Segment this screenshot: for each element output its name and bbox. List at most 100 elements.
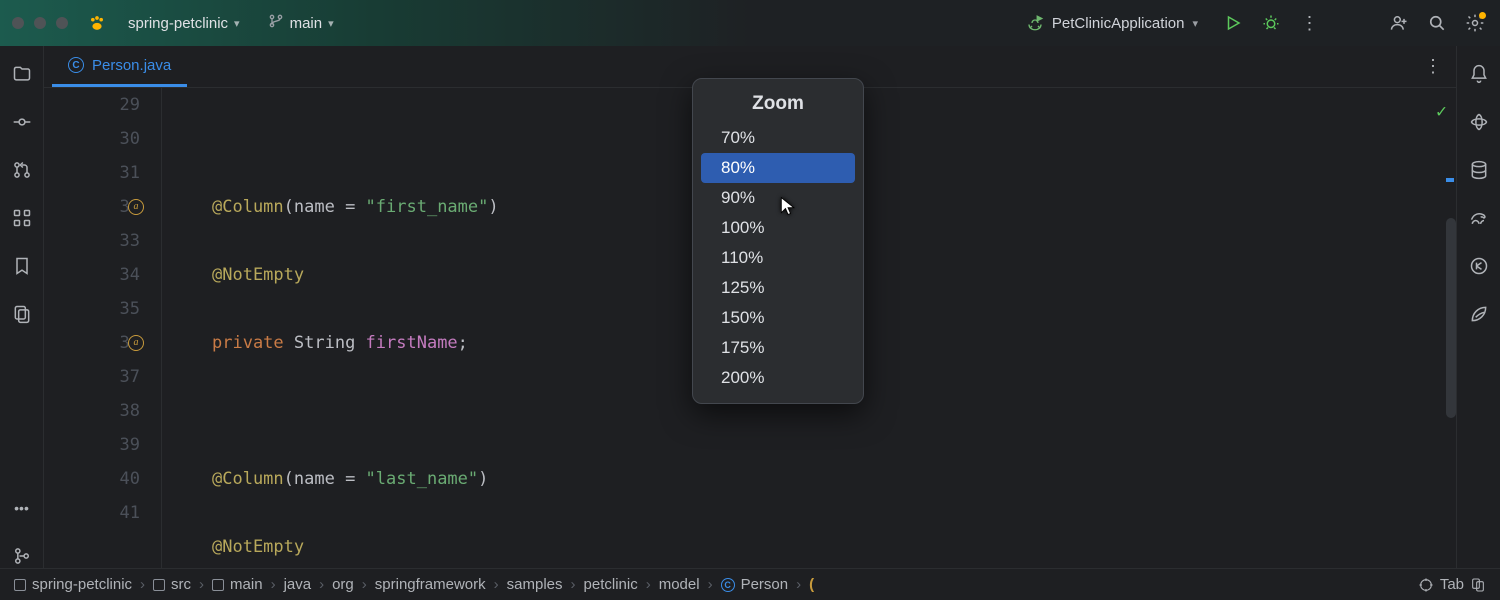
line-number: 29 <box>44 88 140 122</box>
line-number: 35 <box>44 292 140 326</box>
breadcrumb-item[interactable]: src <box>153 576 191 593</box>
run-config-label: PetClinicApplication <box>1052 15 1185 32</box>
breadcrumb-item[interactable]: main <box>212 576 263 593</box>
chevron-right-icon: › <box>271 576 276 593</box>
settings-icon[interactable] <box>1462 10 1488 36</box>
line-number: 33 <box>44 224 140 258</box>
inspection-ok-icon[interactable]: ✓ <box>1436 94 1447 130</box>
class-file-icon: C <box>68 57 84 73</box>
left-tool-rail: ••• <box>0 46 44 568</box>
line-number: 38 <box>44 394 140 428</box>
class-icon: C <box>721 578 735 592</box>
marker-icon[interactable] <box>1446 178 1454 182</box>
scrollbar-thumb[interactable] <box>1446 218 1456 418</box>
zoom-option[interactable]: 100% <box>701 213 855 243</box>
editor-tab-active[interactable]: C Person.java <box>52 46 187 87</box>
ai-assistant-tool-icon[interactable] <box>1467 110 1491 134</box>
zoom-popup-title: Zoom <box>693 87 863 123</box>
gradle-tool-icon[interactable] <box>1467 206 1491 230</box>
chevron-right-icon: › <box>494 576 499 593</box>
breadcrumb-item[interactable]: spring-petclinic <box>14 576 132 593</box>
code-with-me-icon[interactable] <box>1386 10 1412 36</box>
zoom-option[interactable]: 110% <box>701 243 855 273</box>
commit-tool-icon[interactable] <box>10 110 34 134</box>
tab-filename: Person.java <box>92 57 171 74</box>
close-window-icon[interactable] <box>12 17 24 29</box>
zoom-option[interactable]: 150% <box>701 303 855 333</box>
right-tool-rail <box>1456 46 1500 568</box>
zoom-option[interactable]: 70% <box>701 123 855 153</box>
titlebar: spring-petclinic ▾ main ▾ PetClinicAppli… <box>0 0 1500 46</box>
line-number: 31 <box>44 156 140 190</box>
database-changes-tool-icon[interactable] <box>10 302 34 326</box>
zoom-popup: Zoom 70%80%90%100%110%125%150%175%200% <box>692 78 864 404</box>
breadcrumb-item[interactable]: org <box>332 576 354 593</box>
git-branch-icon <box>268 13 284 33</box>
tab-indicator-label: Tab <box>1440 576 1464 593</box>
chevron-down-icon: ▾ <box>1192 17 1198 30</box>
line-number: 40 <box>44 462 140 496</box>
breadcrumb-method[interactable]: ( <box>809 576 814 593</box>
override-gutter-icon[interactable]: a <box>128 335 144 351</box>
search-everywhere-icon[interactable] <box>1424 10 1450 36</box>
breadcrumb-item[interactable]: java <box>284 576 312 593</box>
line-number: 36a <box>44 326 140 360</box>
pull-requests-tool-icon[interactable] <box>10 158 34 182</box>
project-selector[interactable]: spring-petclinic ▾ <box>120 11 248 36</box>
run-config-selector[interactable]: PetClinicApplication ▾ <box>1026 14 1198 32</box>
chevron-right-icon: › <box>571 576 576 593</box>
line-number: 41 <box>44 496 140 530</box>
chevron-right-icon: › <box>140 576 145 593</box>
override-gutter-icon[interactable]: a <box>128 199 144 215</box>
tab-options-button[interactable]: ⋮ <box>1424 56 1442 77</box>
breadcrumb-item[interactable]: model <box>659 576 700 593</box>
debug-button[interactable] <box>1258 10 1284 36</box>
folder-icon <box>212 579 224 591</box>
code-line: @NotEmpty <box>212 530 1442 564</box>
window-controls[interactable] <box>12 17 68 29</box>
folder-icon <box>14 579 26 591</box>
zoom-option[interactable]: 80% <box>701 153 855 183</box>
project-tool-icon[interactable] <box>10 62 34 86</box>
chevron-right-icon: › <box>362 576 367 593</box>
breadcrumb-item[interactable]: petclinic <box>584 576 638 593</box>
zoom-option[interactable]: 90% <box>701 183 855 213</box>
folder-icon <box>153 579 165 591</box>
spring-tool-icon[interactable] <box>1467 302 1491 326</box>
run-button[interactable] <box>1220 10 1246 36</box>
bookmarks-tool-icon[interactable] <box>10 254 34 278</box>
git-tool-icon[interactable] <box>10 544 34 568</box>
zoom-option[interactable]: 125% <box>701 273 855 303</box>
zoom-option[interactable]: 175% <box>701 333 855 363</box>
chevron-right-icon: › <box>319 576 324 593</box>
breadcrumb-class[interactable]: CPerson <box>721 576 789 593</box>
branch-selector[interactable]: main ▾ <box>260 9 342 37</box>
breadcrumb-bar: spring-petclinic › src › main › java › o… <box>0 568 1500 600</box>
chevron-right-icon: › <box>796 576 801 593</box>
minimize-window-icon[interactable] <box>34 17 46 29</box>
more-actions-button[interactable]: ⋮ <box>1296 10 1322 36</box>
structure-tool-icon[interactable] <box>10 206 34 230</box>
breadcrumb-item[interactable]: samples <box>507 576 563 593</box>
line-number: 32a <box>44 190 140 224</box>
chevron-right-icon: › <box>646 576 651 593</box>
chevron-down-icon: ▾ <box>234 17 240 30</box>
code-line: @Column(name = "last_name") <box>212 462 1442 496</box>
more-tools-icon[interactable]: ••• <box>10 496 34 520</box>
breadcrumb-item[interactable]: springframework <box>375 576 486 593</box>
chevron-right-icon: › <box>708 576 713 593</box>
line-number: 30 <box>44 122 140 156</box>
line-number: 34 <box>44 258 140 292</box>
aim-icon <box>1418 577 1434 593</box>
pin-icon <box>1470 577 1486 593</box>
line-number: 39 <box>44 428 140 462</box>
notifications-tool-icon[interactable] <box>1467 62 1491 86</box>
maximize-window-icon[interactable] <box>56 17 68 29</box>
database-tool-icon[interactable] <box>1467 158 1491 182</box>
branch-name-label: main <box>290 15 323 32</box>
tab-indicator[interactable]: Tab <box>1418 576 1486 593</box>
chevron-right-icon: › <box>199 576 204 593</box>
services-tool-icon[interactable] <box>1467 254 1491 278</box>
gutter[interactable]: 29 30 31 32a 33 34 35 36a 37 38 39 40 41 <box>44 88 162 568</box>
zoom-option[interactable]: 200% <box>701 363 855 393</box>
